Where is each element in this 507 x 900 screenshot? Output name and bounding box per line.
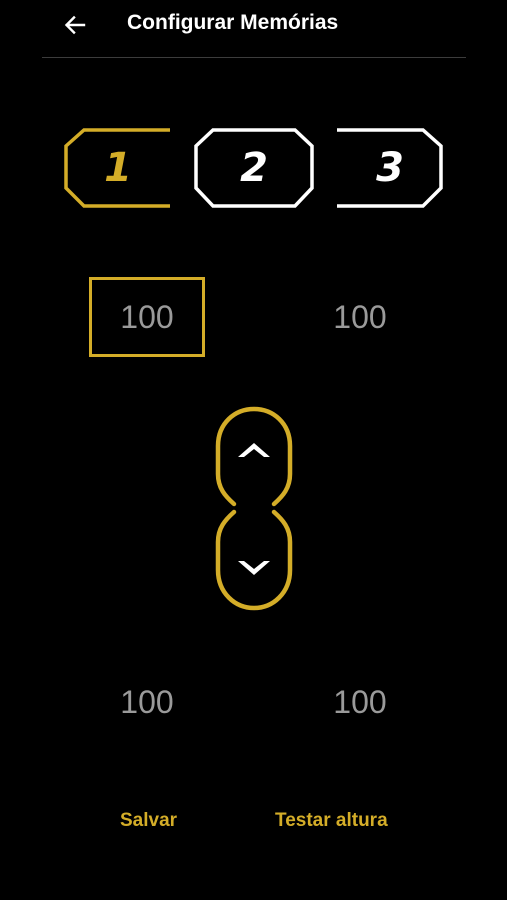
page-title: Configurar Memórias (127, 11, 339, 34)
test-height-button[interactable]: Testar altura (275, 810, 388, 832)
increase-height-button[interactable] (213, 406, 295, 506)
decrease-height-button[interactable] (213, 512, 295, 612)
tab-2-label: 2 (240, 145, 268, 191)
save-button[interactable]: Salvar (120, 810, 177, 832)
value-top-left[interactable]: 100 (89, 277, 205, 357)
value-top-right[interactable]: 100 (302, 277, 418, 357)
header-divider (42, 57, 466, 58)
chevron-down-icon (238, 561, 270, 575)
tab-3-label: 3 (376, 145, 404, 191)
value-bottom-right[interactable]: 100 (302, 662, 418, 742)
memory-tab-3[interactable]: 3 (335, 126, 445, 210)
arrow-left-icon (64, 15, 86, 35)
height-control (213, 406, 295, 612)
memory-tabs: 1 2 3 (0, 126, 507, 210)
memory-tab-1[interactable]: 1 (62, 126, 174, 210)
memory-tab-2[interactable]: 2 (193, 126, 315, 210)
chevron-up-icon (238, 443, 270, 457)
back-button[interactable] (60, 10, 90, 40)
tab-1-label: 1 (104, 145, 132, 191)
value-bottom-left[interactable]: 100 (89, 662, 205, 742)
app-header: Configurar Memórias (0, 0, 507, 58)
